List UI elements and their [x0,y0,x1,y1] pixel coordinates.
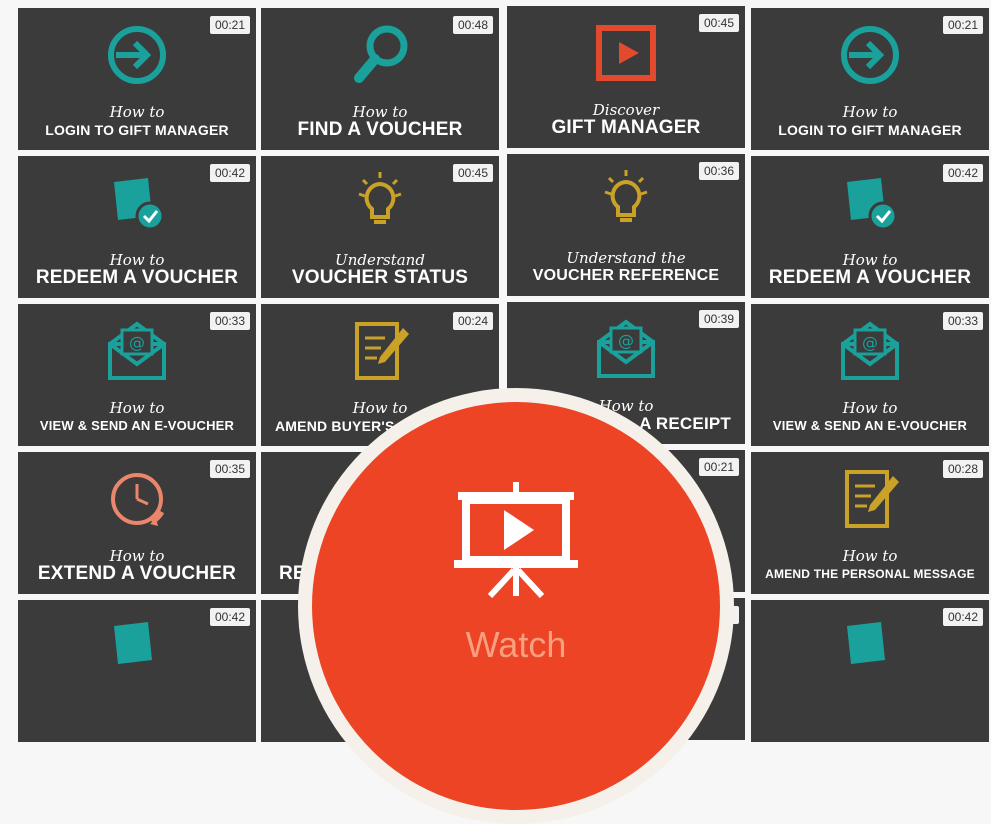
video-tile[interactable]: 00:42 How to REDEEM A VOUCHER [18,156,256,298]
lightbulb-icon [261,170,499,236]
document-edit-icon [261,318,499,384]
tile-subtitle: Understand the [566,249,686,267]
presentation-play-icon [454,482,578,598]
video-tile[interactable]: 00:42 [751,600,989,742]
voucher-check-icon [751,170,989,236]
svg-text:@: @ [129,333,145,352]
watch-label: Watch [465,624,567,665]
voucher-check-icon [751,614,989,680]
video-tile[interactable]: 00:21 How to LOGIN TO GIFT MANAGER [18,8,256,150]
video-tile[interactable]: 00:42 How to REDEEM A VOUCHER [751,156,989,298]
svg-text:@: @ [862,333,878,352]
video-tile[interactable]: 00:48 How to FIND A VOUCHER [261,8,499,150]
tile-subtitle: Understand [335,251,425,269]
tile-title: EXTEND A VOUCHER [37,563,237,584]
tile-subtitle: How to [842,547,898,565]
video-tile[interactable]: 00:35 How to EXTEND A VOUCHER [18,452,256,594]
tile-subtitle: How to [842,251,898,269]
clock-icon [18,466,256,532]
video-tile[interactable]: 00:33 @ How to VIEW & SEND AN E-VOUCHER [18,304,256,446]
login-icon [751,22,989,88]
tile-title: VOUCHER STATUS [291,267,469,288]
tile-subtitle: How to [109,251,165,269]
tile-title: AMEND THE PERSONAL MESSAGE [765,567,975,581]
video-tile[interactable]: 00:28 How to AMEND THE PERSONAL MESSAGE [751,452,989,594]
email-envelope-icon: @ [751,318,989,384]
email-envelope-icon: @ [18,318,256,384]
video-tile[interactable]: 00:45 Understand VOUCHER STATUS [261,156,499,298]
video-tile[interactable]: 00:42 [18,600,256,742]
document-edit-icon [751,466,989,532]
tile-title: LOGIN TO GIFT MANAGER [45,122,229,138]
svg-text:@: @ [618,331,634,350]
tile-title: REDEEM A VOUCHER [768,267,972,288]
tile-subtitle: How to [842,103,898,121]
tile-subtitle: How to [109,103,165,121]
tile-subtitle: How to [842,399,898,417]
voucher-check-icon [18,170,256,236]
play-icon [507,20,745,86]
lightbulb-icon [507,168,745,234]
video-tile[interactable]: 00:33 @ How to VIEW & SEND AN E-VOUCHER [751,304,989,446]
video-tile[interactable]: 00:45 Discover GIFT MANAGER [507,6,745,148]
tile-title: VIEW & SEND AN E-VOUCHER [39,418,235,433]
watch-button[interactable]: Watch [312,402,720,810]
tile-title: VOUCHER REFERENCE [532,267,720,284]
tile-title: FIND A VOUCHER [297,119,463,140]
watch-overlay: Watch [298,388,734,824]
tile-subtitle: How to [109,399,165,417]
tile-title: REDEEM A VOUCHER [35,267,239,288]
video-tile[interactable]: 00:21 How to LOGIN TO GIFT MANAGER [751,8,989,150]
duration-badge: 00:21 [698,458,739,476]
tile-title: VIEW & SEND AN E-VOUCHER [772,418,968,433]
tile-subtitle: Discover [592,101,660,119]
magnifier-icon [261,22,499,88]
tile-subtitle: How to [109,547,165,565]
email-envelope-icon: @ [507,316,745,382]
tile-title: GIFT MANAGER [551,117,701,138]
voucher-check-icon [18,614,256,680]
tile-subtitle: How to [352,103,408,121]
login-icon [18,22,256,88]
tile-title: LOGIN TO GIFT MANAGER [778,122,962,138]
video-tile[interactable]: 00:36 Understand the VOUCHER REFERENCE [507,154,745,296]
